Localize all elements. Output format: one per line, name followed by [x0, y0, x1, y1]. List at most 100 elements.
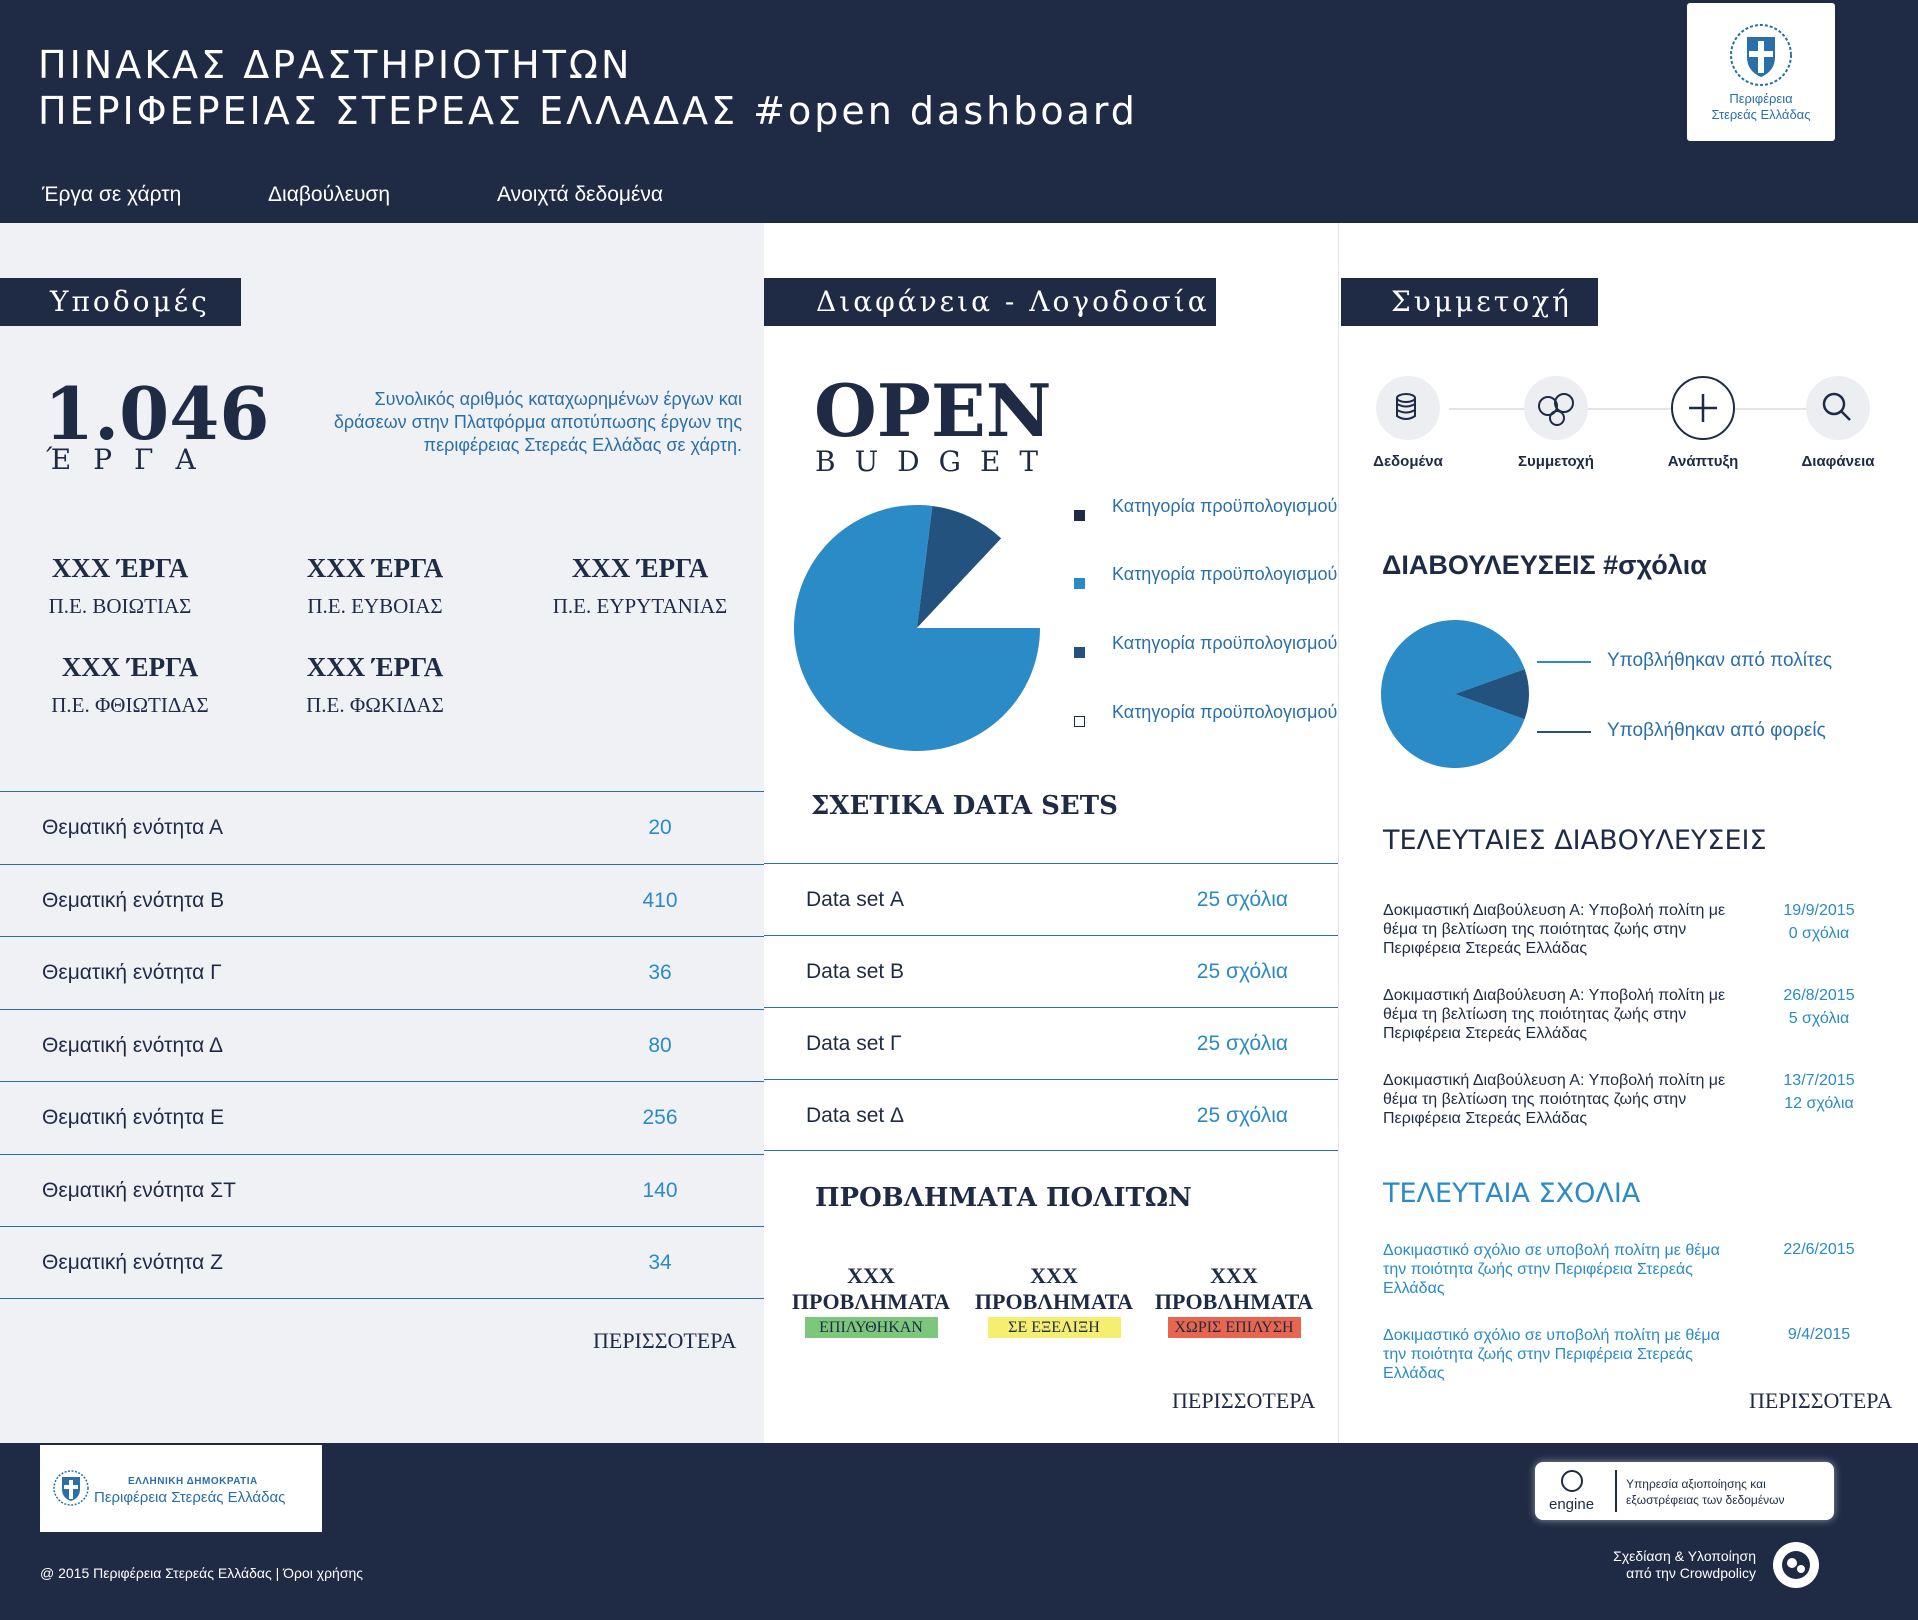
more-link-transparency[interactable]: ΠΕΡΙΣΣΟΤΕΡΑ [1172, 1388, 1315, 1414]
region-count: XXX ΈΡΓΑ [306, 553, 444, 583]
theme-value: 410 [642, 888, 678, 912]
table-row[interactable]: Θεματική ενότητα Β 410 [0, 863, 764, 937]
logo-text-line-1: Περιφέρεια [1729, 91, 1793, 106]
comment-date: 22/6/2015 [1783, 1241, 1855, 1258]
engine-badge[interactable]: engine Υπηρεσία αξιοποίησης και εξωστρέφ… [1535, 1462, 1834, 1520]
budget-legend-item: Κατηγορία προϋπολογισμού [1074, 563, 1337, 589]
more-link-participation[interactable]: ΠΕΡΙΣΣΟΤΕΡΑ [1749, 1388, 1892, 1414]
people-icon[interactable] [1524, 376, 1588, 440]
more-link-infrastructure[interactable]: ΠΕΡΙΣΣΟΤΕΡΑ [593, 1328, 736, 1354]
dataset-label: Data set Α [806, 888, 905, 911]
region-count: XXX ΈΡΓΑ [571, 553, 709, 583]
problems-label: ΠΡΟΒΛΗΜΑΤΑ [974, 1289, 1134, 1314]
dataset-comments: 25 σχόλια [1196, 960, 1288, 983]
plus-icon[interactable] [1671, 376, 1735, 440]
table-row[interactable]: Θεματική ενότητα Ε 256 [0, 1081, 764, 1154]
crowdpolicy-logo-icon[interactable] [1773, 1542, 1819, 1588]
comment-date: 9/4/2015 [1787, 1326, 1851, 1343]
theme-value: 80 [648, 1033, 672, 1057]
theme-value: 36 [648, 961, 672, 984]
legend-label: Υποβλήθηκαν από φορείς [1607, 720, 1826, 741]
consultation-meta: 26/8/2015 5 σχόλια [1769, 984, 1869, 1030]
comment-item[interactable]: Δοκιμαστικό σχόλιο σε υποβολή πολίτη με … [1383, 1241, 1743, 1298]
nav-item-open-data[interactable]: Ανοιχτά δεδομένα [497, 183, 663, 207]
dataset-comments: 25 σχόλια [1196, 1104, 1288, 1127]
database-icon[interactable] [1376, 376, 1440, 440]
section-title-infrastructure: Υποδομές [0, 278, 241, 326]
legend-label: Υποβλήθηκαν από πολίτες [1607, 650, 1833, 671]
problems-title: ΠΡΟΒΛΗΜΑΤΑ ΠΟΛΙΤΩΝ [815, 1183, 1192, 1213]
legend-swatch [1074, 578, 1085, 589]
dataset-comments: 25 σχόλια [1196, 1032, 1288, 1055]
engine-separator [1615, 1470, 1617, 1512]
theme-value: 256 [642, 1106, 678, 1129]
status-badge: ΣΕ ΕΞΕΛΙΞΗ [987, 1317, 1121, 1338]
table-row[interactable]: Θεματική ενότητα Α 20 [0, 791, 764, 864]
region-card[interactable]: XXX ΈΡΓΑ Π.Ε. ΒΟΙΩΤΙΑΣ [30, 553, 210, 619]
header: ΠΙΝΑΚΑΣ ΔΡΑΣΤΗΡΙΟΤΗΤΩΝ ΠΕΡΙΦΕΡΕΙΑΣ ΣΤΕΡΕ… [0, 0, 1918, 223]
consultation-comments: 0 σχόλια [1788, 925, 1850, 942]
consultation-date: 19/9/2015 [1783, 902, 1855, 919]
consultation-item[interactable]: Δοκιμαστική Διαβούλευση Α: Υποβολή πολίτ… [1383, 1071, 1753, 1128]
coat-of-arms-icon [1729, 23, 1793, 87]
magnifier-icon[interactable] [1806, 376, 1870, 440]
section-title-participation: Συμμετοχή [1341, 278, 1598, 326]
table-row[interactable]: Θεματική ενότητα Δ 80 [0, 1008, 764, 1082]
nav-item-consultation[interactable]: Διαβούλευση [268, 183, 497, 207]
main-nav: Έργα σε χάρτη Διαβούλευση Ανοιχτά δεδομέ… [42, 183, 663, 207]
total-projects-label: ΈΡΓΑ [46, 443, 218, 476]
step-label: Δεδομένα [1373, 453, 1443, 470]
credit-line-1: Σχεδίαση & Υλοποίηση [1613, 1548, 1756, 1564]
budget-legend-item: Κατηγορία προϋπολογισμού [1074, 701, 1338, 727]
problems-count: XXX [1030, 1263, 1078, 1288]
problems-card-unsolved[interactable]: XXX ΠΡΟΒΛΗΜΑΤΑ ΧΩΡΙΣ ΕΠΙΛΥΣΗ [1154, 1263, 1314, 1338]
region-logo[interactable]: Περιφέρεια Στερεάς Ελλάδας [1687, 3, 1835, 141]
table-row[interactable]: Data set Β 25 σχόλια [764, 935, 1338, 1007]
table-row[interactable]: Data set Δ 25 σχόλια [764, 1079, 1338, 1151]
theme-value: 140 [642, 1178, 678, 1202]
region-name: Π.Ε. ΦΩΚΙΔΑΣ [306, 693, 444, 717]
latest-consultations-title: ΤΕΛΕΥΤΑΙΕΣ ΔΙΑΒΟΥΛΕΥΣΕΙΣ [1383, 825, 1767, 856]
legend-label: Κατηγορία προϋπολογισμού [1112, 702, 1338, 722]
region-card[interactable]: XXX ΈΡΓΑ Π.Ε. ΦΩΚΙΔΑΣ [285, 652, 465, 718]
engine-ring-icon [1561, 1470, 1583, 1492]
theme-label: Θεματική ενότητα ΣΤ [42, 1178, 236, 1202]
theme-value: 20 [648, 816, 672, 839]
footer-credit: Σχεδίαση & Υλοποίηση από την Crowdpolicy [1560, 1548, 1756, 1582]
table-row[interactable]: Θεματική ενότητα Γ 36 [0, 936, 764, 1009]
table-row[interactable]: Data set Α 25 σχόλια [764, 863, 1338, 935]
theme-label: Θεματική ενότητα Δ [42, 1033, 223, 1057]
pie-legend-item: Υποβλήθηκαν από φορείς [1537, 720, 1826, 742]
consultation-comments: 5 σχόλια [1788, 1010, 1850, 1027]
table-row[interactable]: Data set Γ 25 σχόλια [764, 1007, 1338, 1079]
step-label: Διαφάνεια [1801, 453, 1875, 470]
footer-copyright[interactable]: @ 2015 Περιφέρεια Στερεάς Ελλάδας | Όροι… [40, 1565, 363, 1581]
latest-comments-title: ΤΕΛΕΥΤΑΙΑ ΣΧΟΛΙΑ [1383, 1178, 1641, 1209]
footer-logo[interactable]: ΕΛΛΗΝΙΚΗ ΔΗΜΟΚΡΑΤΙΑ Περιφέρεια Στερεάς Ε… [40, 1445, 322, 1532]
table-row[interactable]: Θεματική ενότητα Ζ 34 [0, 1226, 764, 1299]
legend-swatch [1074, 647, 1085, 658]
region-card[interactable]: XXX ΈΡΓΑ Π.Ε. ΦΘΙΩΤΙΔΑΣ [30, 652, 230, 718]
problems-card-solved[interactable]: XXX ΠΡΟΒΛΗΜΑΤΑ ΕΠΙΛΥΘΗΚΑΝ [791, 1263, 951, 1338]
dataset-label: Data set Δ [806, 1104, 905, 1127]
comment-item[interactable]: Δοκιμαστικό σχόλιο σε υποβολή πολίτη με … [1383, 1326, 1743, 1383]
problems-count: XXX [1210, 1263, 1258, 1288]
table-row[interactable]: Θεματική ενότητα ΣΤ 140 [0, 1153, 764, 1227]
open-budget-subtitle: BUDGET [815, 445, 1058, 478]
region-card[interactable]: XXX ΈΡΓΑ Π.Ε. ΕΥΒΟΙΑΣ [285, 553, 465, 619]
pie-legend-item: Υποβλήθηκαν από πολίτες [1537, 650, 1833, 672]
consultation-item[interactable]: Δοκιμαστική Διαβούλευση Α: Υποβολή πολίτ… [1383, 901, 1753, 958]
consultation-item[interactable]: Δοκιμαστική Διαβούλευση Α: Υποβολή πολίτ… [1383, 986, 1753, 1043]
nav-item-map-projects[interactable]: Έργα σε χάρτη [42, 183, 268, 207]
total-projects-description: Συνολικός αριθμός καταχωρημένων έργων κα… [333, 389, 742, 455]
consultation-comments: 12 σχόλια [1784, 1095, 1854, 1112]
footer-logo-line-1: ΕΛΛΗΝΙΚΗ ΔΗΜΟΚΡΑΤΙΑ [128, 1476, 258, 1487]
logo-text-line-2: Στερεάς Ελλάδας [1711, 107, 1811, 122]
consultation-meta: 13/7/2015 12 σχόλια [1769, 1069, 1869, 1115]
problems-card-in-progress[interactable]: XXX ΠΡΟΒΛΗΜΑΤΑ ΣΕ ΕΞΕΛΙΞΗ [974, 1263, 1134, 1338]
transparency-column: Διαφάνεια - Λογοδοσία OPEN BUDGET Κατηγο… [764, 223, 1338, 1443]
footer-logo-line-2: Περιφέρεια Στερεάς Ελλάδας [94, 1489, 286, 1506]
dataset-label: Data set Β [806, 960, 905, 983]
region-card[interactable]: XXX ΈΡΓΑ Π.Ε. ΕΥΡΥΤΑΝΙΑΣ [540, 553, 740, 619]
problems-label: ΠΡΟΒΛΗΜΑΤΑ [1154, 1289, 1314, 1314]
